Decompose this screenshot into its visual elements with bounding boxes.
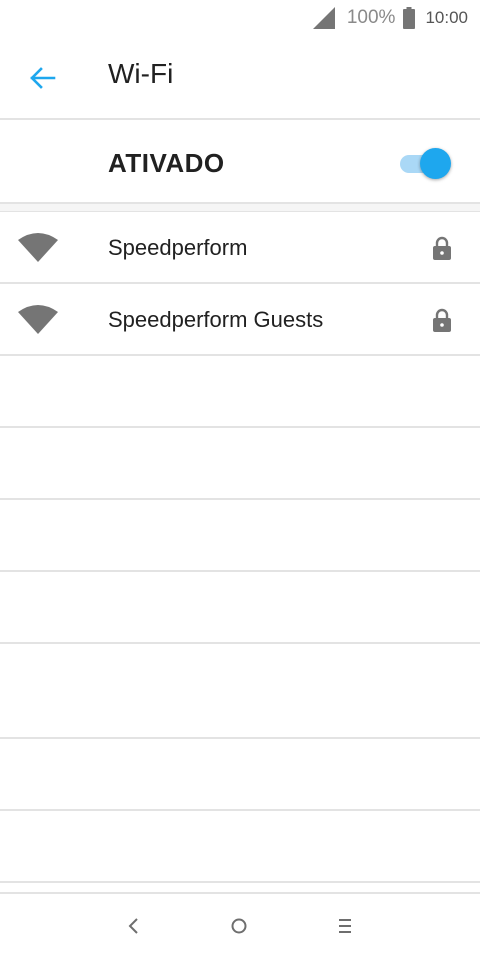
clock: 10:00 <box>425 8 468 27</box>
page-title: Wi-Fi <box>108 58 174 89</box>
section-divider <box>0 204 480 212</box>
wifi-toggle-switch[interactable] <box>400 148 452 179</box>
back-icon[interactable] <box>122 914 146 938</box>
empty-row <box>0 811 480 883</box>
network-item[interactable]: Speedperform <box>0 212 480 284</box>
wifi-signal-icon <box>18 233 58 262</box>
network-item[interactable]: Speedperform Guests <box>0 284 480 356</box>
empty-list-area <box>0 356 480 883</box>
cell-signal-icon <box>312 7 335 29</box>
network-ssid: Speedperform Guests <box>108 307 324 332</box>
wifi-master-toggle-row[interactable]: ATIVADO <box>0 122 480 204</box>
status-bar: 100% 10:00 <box>0 0 480 36</box>
network-ssid: Speedperform <box>108 235 248 260</box>
empty-row <box>0 356 480 428</box>
app-bar: Wi-Fi <box>0 36 480 120</box>
navigation-bar <box>0 892 480 960</box>
empty-row <box>0 428 480 500</box>
empty-row <box>0 739 480 811</box>
battery-icon <box>403 7 416 29</box>
home-icon[interactable] <box>227 914 251 938</box>
switch-thumb <box>420 148 451 179</box>
wifi-status-label: ATIVADO <box>108 148 225 178</box>
battery-percentage: 100% <box>346 7 396 28</box>
empty-row <box>0 500 480 572</box>
network-list: Speedperform Speedperform Guests <box>0 212 480 356</box>
arrow-left-icon[interactable] <box>26 62 58 94</box>
lock-icon <box>433 308 451 332</box>
wifi-signal-icon <box>18 305 58 334</box>
lock-icon <box>433 236 451 260</box>
recents-icon[interactable] <box>333 914 357 938</box>
empty-row <box>0 644 480 739</box>
empty-row <box>0 572 480 644</box>
